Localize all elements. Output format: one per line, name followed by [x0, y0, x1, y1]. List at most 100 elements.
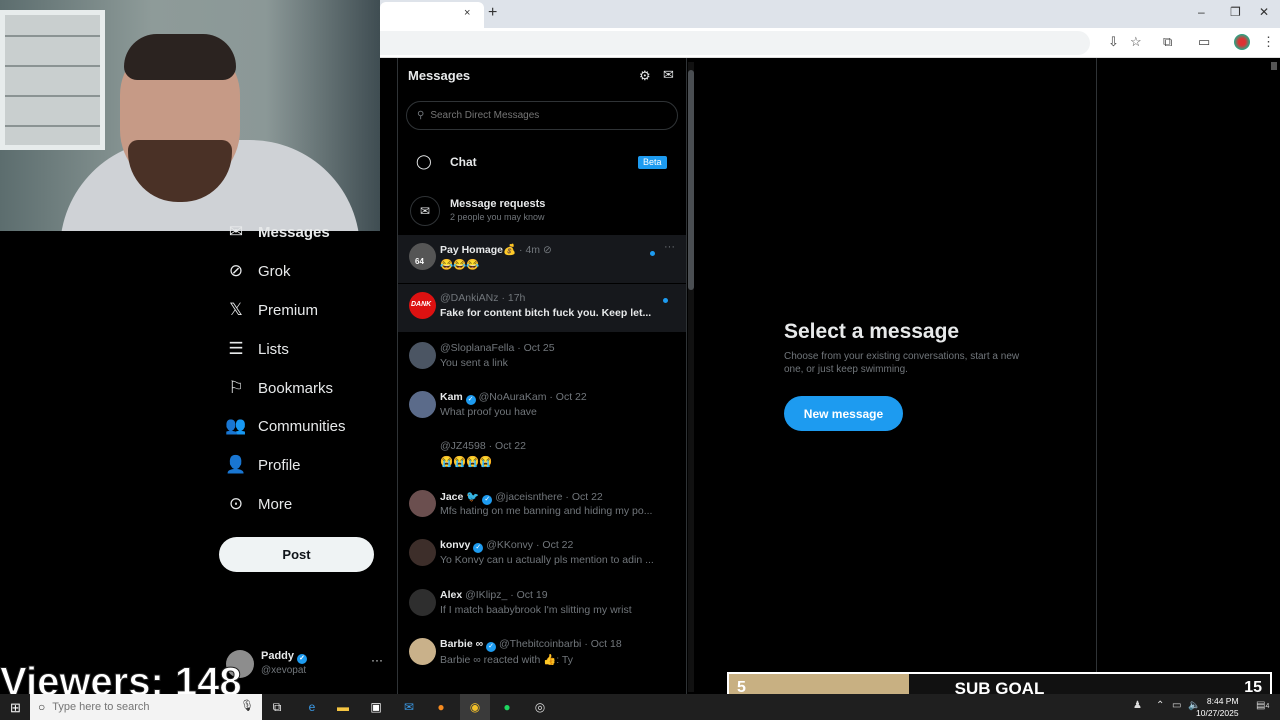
- network-icon[interactable]: ▭: [1172, 700, 1181, 711]
- clock-date: 10/27/2025: [1196, 708, 1239, 718]
- chat-bubble-icon: ◯: [416, 153, 432, 169]
- empty-state-title: Select a message: [784, 320, 960, 343]
- new-message-icon[interactable]: ✉: [663, 67, 674, 83]
- browser-tab-strip: × + – ❐ ✕: [380, 0, 1280, 28]
- webcam-overlay: [0, 0, 380, 231]
- new-message-button[interactable]: New message: [784, 396, 903, 431]
- conversation-item[interactable]: konvy ✓ @KKonvy · Oct 22 Yo Konvy can u …: [398, 531, 686, 579]
- bookmark-icon: ⚐: [228, 378, 244, 397]
- conversation-item[interactable]: Jace 🐦 ✓ @jaceisnthere · Oct 22 Mfs hati…: [398, 482, 686, 530]
- firefox-icon[interactable]: ●: [432, 698, 450, 716]
- avatar: DANK: [409, 292, 436, 319]
- x-logo-icon: 𝕏: [229, 300, 243, 319]
- account-switcher[interactable]: Paddy ✓ @xevopat ···: [226, 648, 386, 688]
- conversation-preview: 😂😂😂: [440, 259, 480, 271]
- screen: × + – ❐ ✕ ⇩ ☆ ⧉ ▭ ⋮ ✉ Messages ⊘ Grok 𝕏 …: [0, 0, 1280, 720]
- address-bar[interactable]: [380, 31, 1090, 55]
- conversation-item[interactable]: @JZ4598 · Oct 22 😭😭😭😭: [398, 432, 686, 480]
- restore-icon[interactable]: ❐: [1230, 5, 1241, 19]
- page-title: Messages: [408, 68, 471, 83]
- mail-app-icon[interactable]: ✉: [400, 698, 418, 716]
- browser-toolbar: ⇩ ☆ ⧉ ▭ ⋮: [380, 28, 1280, 58]
- message-requests-row[interactable]: ✉ Message requests 2 people you may know: [398, 190, 686, 234]
- more-icon[interactable]: ···: [664, 241, 675, 253]
- more-icon[interactable]: ···: [371, 653, 383, 667]
- inbox-icon: ✉: [410, 196, 440, 226]
- gear-icon[interactable]: ⚙: [639, 68, 651, 84]
- blind-slat: [5, 65, 100, 67]
- notification-count: 4: [1265, 703, 1270, 710]
- conversation-preview: What proof you have: [440, 406, 537, 418]
- nav-item-profile[interactable]: 👤 Profile: [225, 453, 301, 477]
- nav-item-more[interactable]: ⊙ More: [226, 492, 292, 516]
- blind-slat: [5, 35, 100, 37]
- star-icon[interactable]: ☆: [1130, 34, 1142, 50]
- nav-item-bookmarks[interactable]: ⚐ Bookmarks: [226, 376, 333, 400]
- new-tab-icon[interactable]: +: [488, 4, 497, 22]
- clock-time: 8:44 PM: [1206, 696, 1239, 706]
- blind-slat: [5, 95, 100, 97]
- minimize-icon[interactable]: –: [1198, 5, 1205, 19]
- file-explorer-icon[interactable]: ▬: [334, 698, 352, 716]
- chrome-icon[interactable]: ◉: [466, 698, 484, 716]
- taskbar-search-input[interactable]: [52, 701, 223, 713]
- conversation-item[interactable]: 64 Pay Homage💰 · 4m ⊘ 😂😂😂 ···: [398, 235, 686, 283]
- conversation-preview: Mfs hating on me banning and hiding my p…: [440, 505, 653, 517]
- store-icon[interactable]: ▣: [367, 698, 385, 716]
- conversation-item[interactable]: Kam ✓ @NoAuraKam · Oct 22 What proof you…: [398, 383, 686, 431]
- obs-icon[interactable]: ◎: [531, 698, 549, 716]
- conversation-header: @JZ4598 · Oct 22: [440, 440, 526, 452]
- conversation-header: Barbie ∞ ✓ @Thebitcoinbarbi · Oct 18: [440, 638, 622, 652]
- blind-slat: [5, 125, 100, 127]
- chevron-up-icon[interactable]: ⌃: [1156, 700, 1164, 711]
- extensions-icon[interactable]: ⧉: [1163, 34, 1172, 50]
- unread-dot-icon: [663, 298, 668, 303]
- nav-label: Bookmarks: [258, 379, 334, 397]
- task-view-icon[interactable]: ⧉: [268, 698, 286, 716]
- avatar-badge: 64: [415, 257, 424, 266]
- post-button[interactable]: Post: [219, 537, 374, 572]
- browser-tab[interactable]: ×: [380, 2, 484, 28]
- people-tray-icon[interactable]: ♟: [1133, 700, 1142, 711]
- messages-panel: Messages ⚙ ✉ ⚲ ◯ Chat Beta ✉ Message req…: [397, 58, 687, 694]
- avatar: [409, 342, 436, 369]
- edge-icon[interactable]: e: [303, 698, 321, 716]
- nav-label: Profile: [258, 456, 301, 474]
- messages-scrollbar[interactable]: [688, 62, 694, 692]
- nav-item-premium[interactable]: 𝕏 Premium: [226, 298, 318, 322]
- microphone-icon[interactable]: 🎙: [240, 699, 254, 712]
- nav-item-lists[interactable]: ☰ Lists: [226, 337, 288, 361]
- search-input[interactable]: [430, 110, 651, 121]
- tab-search-icon[interactable]: ▭: [1198, 34, 1210, 50]
- conversation-header: Jace 🐦 ✓ @jaceisnthere · Oct 22: [440, 491, 603, 505]
- notification-icon[interactable]: ▤4: [1256, 700, 1269, 711]
- conversation-item[interactable]: Barbie ∞ ✓ @Thebitcoinbarbi · Oct 18 Bar…: [398, 630, 686, 678]
- chat-row[interactable]: ◯ Chat Beta: [398, 143, 686, 183]
- page-scrollbar[interactable]: [1271, 62, 1277, 70]
- clock[interactable]: 8:44 PM 10/27/2025: [1196, 695, 1239, 719]
- avatar: [409, 589, 436, 616]
- avatar: 64: [409, 243, 436, 270]
- profile-avatar-icon[interactable]: [1234, 34, 1250, 50]
- empty-state-subtitle: Choose from your existing conversations,…: [784, 351, 1020, 375]
- search-box[interactable]: ⚲: [406, 101, 678, 130]
- conversation-item[interactable]: Alex @IKlipz_ · Oct 19 If I match baabyb…: [398, 581, 686, 629]
- tab-close-icon[interactable]: ×: [464, 7, 470, 19]
- windows-start-icon[interactable]: ⊞: [10, 700, 21, 716]
- webcam-person-hair: [124, 34, 236, 80]
- nav-item-grok[interactable]: ⊘ Grok: [226, 259, 291, 283]
- avatar: [409, 391, 436, 418]
- close-window-icon[interactable]: ✕: [1259, 5, 1269, 19]
- conversation-item[interactable]: DANK @DAnkiANz · 17h Fake for content bi…: [398, 284, 686, 332]
- conversation-preview: If I match baabybrook I'm slitting my wr…: [440, 604, 632, 616]
- scroll-thumb[interactable]: [688, 70, 694, 290]
- kebab-menu-icon[interactable]: ⋮: [1262, 34, 1275, 50]
- spotify-icon[interactable]: ●: [498, 698, 516, 716]
- nav-item-messages[interactable]: ✉ Messages: [226, 220, 330, 244]
- conversation-item[interactable]: @SloplanaFella · Oct 25 You sent a link: [398, 334, 686, 382]
- taskbar-search[interactable]: ○ 🎙: [30, 694, 262, 720]
- conversation-preview: You sent a link: [440, 357, 508, 369]
- install-icon[interactable]: ⇩: [1108, 34, 1119, 50]
- nav-item-communities[interactable]: 👥 Communities: [225, 414, 345, 438]
- avatar: [409, 539, 436, 566]
